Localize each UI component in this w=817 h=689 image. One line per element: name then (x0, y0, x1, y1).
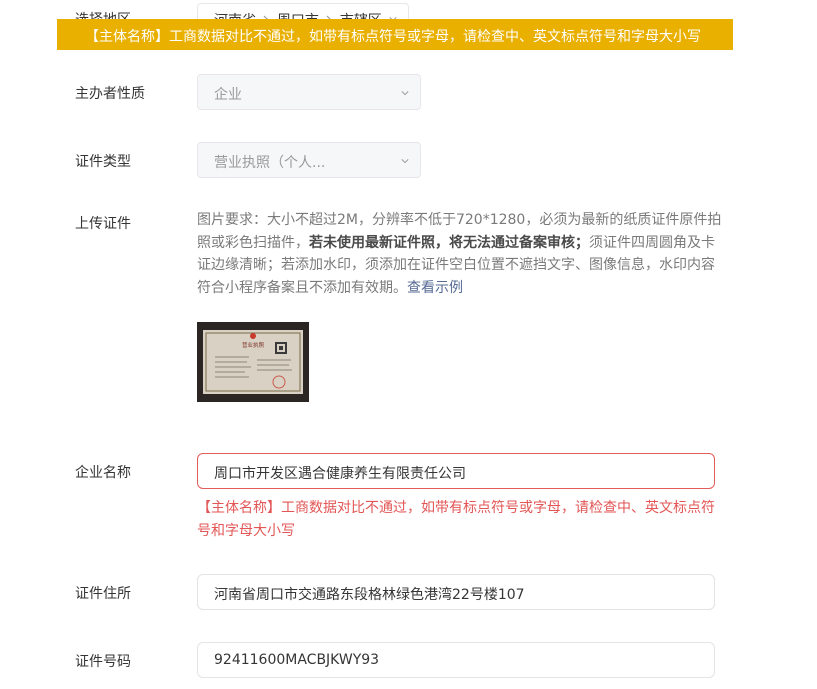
company-name-label: 企业名称 (75, 465, 131, 481)
thumbnail-title: 营业执照 (242, 341, 265, 349)
company-name-value: 周口市开发区遇合健康养生有限责任公司 (214, 466, 466, 482)
cert-type-select[interactable]: 营业执照（个人... (197, 142, 421, 178)
cert-address-input[interactable]: 河南省周口市交通路东段格林绿色港湾22号楼107 (197, 574, 715, 610)
view-example-link[interactable]: 查看示例 (407, 280, 463, 296)
cert-address-value: 河南省周口市交通路东段格林绿色港湾22号楼107 (214, 587, 525, 603)
upload-cert-label: 上传证件 (75, 216, 131, 232)
cert-type-value: 营业执照（个人... (214, 155, 326, 171)
chevron-down-icon (401, 159, 409, 164)
cert-address-label: 证件住所 (75, 586, 131, 602)
uploaded-certificate-thumbnail[interactable]: 营业执照 (197, 322, 309, 402)
cert-number-value: 92411600MACBJKWY93 (214, 652, 380, 668)
cert-number-label: 证件号码 (75, 654, 131, 670)
organizer-nature-label: 主办者性质 (75, 86, 145, 102)
upload-requirements: 图片要求：大小不超过2M，分辨率不低于720*1280，必须为最新的纸质证件原件… (197, 209, 723, 299)
hint-bold-warning: 若未使用最新证件照，将无法通过备案审核； (309, 234, 589, 251)
cert-number-input[interactable]: 92411600MACBJKWY93 (197, 642, 715, 678)
error-toast-banner: 【主体名称】工商数据对比不通过，如带有标点符号或字母，请检查中、英文标点符号和字… (57, 19, 733, 50)
organizer-nature-select[interactable]: 企业 (197, 74, 421, 110)
chevron-down-icon (401, 91, 409, 96)
organizer-nature-value: 企业 (214, 87, 242, 103)
company-name-input[interactable]: 周口市开发区遇合健康养生有限责任公司 (197, 453, 715, 489)
company-name-error: 【主体名称】工商数据对比不通过，如带有标点符号或字母，请检查中、英文标点符号和字… (197, 500, 715, 539)
banner-message: 【主体名称】工商数据对比不通过，如带有标点符号或字母，请检查中、英文标点符号和字… (85, 29, 701, 45)
cert-type-label: 证件类型 (75, 154, 131, 170)
